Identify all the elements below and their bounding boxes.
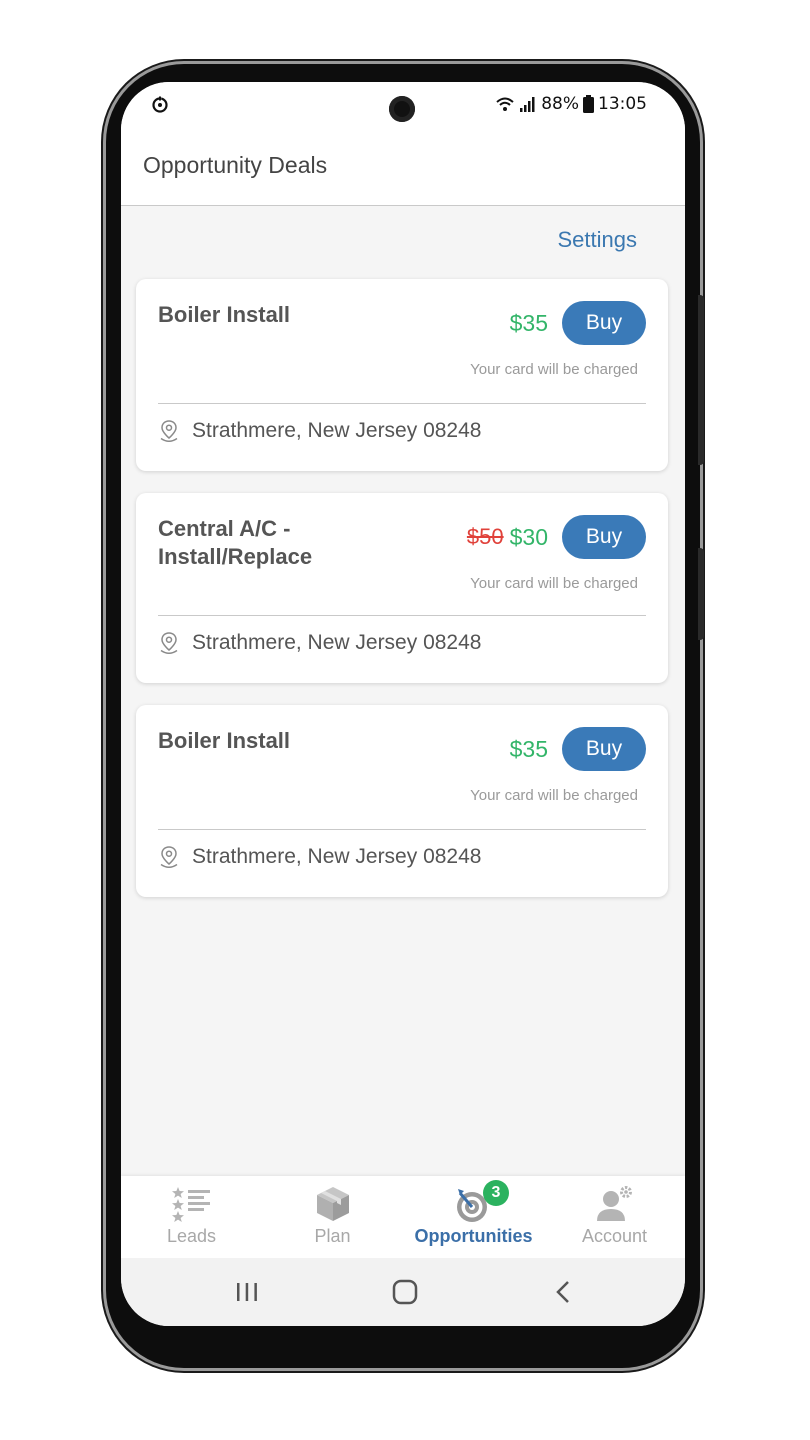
back-chevron-icon	[556, 1281, 569, 1303]
clock: 13:05	[598, 94, 647, 114]
location-text: Strathmere, New Jersey 08248	[192, 419, 482, 442]
volume-button	[698, 295, 704, 465]
nav-item-account[interactable]: Account	[544, 1182, 685, 1247]
bottom-nav: Leads Plan 3 Opportunities Account	[121, 1176, 685, 1258]
price-row: $35 Buy	[510, 727, 646, 771]
buy-button[interactable]: Buy	[562, 727, 646, 771]
settings-link[interactable]: Settings	[558, 227, 638, 253]
location-text: Strathmere, New Jersey 08248	[192, 631, 482, 654]
deal-price: $30	[509, 523, 548, 550]
status-bar: 88% 13:05	[121, 82, 685, 130]
recent-apps-button[interactable]	[227, 1276, 267, 1308]
status-indicators: 88% 13:05	[495, 94, 647, 114]
charge-note: Your card will be charged	[470, 361, 638, 378]
leads-list-icon	[171, 1187, 210, 1222]
deal-title: Boiler Install	[158, 302, 291, 327]
charge-note: Your card will be charged	[470, 787, 638, 804]
account-settings-icon	[596, 1186, 632, 1221]
location-pin-icon	[160, 846, 178, 868]
back-button[interactable]	[543, 1276, 583, 1308]
original-price: $50	[466, 524, 504, 549]
deal-card: Boiler Install $35 Buy Your card will be…	[136, 705, 668, 897]
divider	[158, 829, 646, 830]
deal-location: Strathmere, New Jersey 08248	[158, 845, 481, 869]
divider	[158, 403, 646, 404]
nav-item-plan[interactable]: Plan	[262, 1182, 403, 1247]
deal-title: Boiler Install	[158, 728, 291, 753]
deal-location: Strathmere, New Jersey 08248	[158, 419, 481, 443]
nav-label: Plan	[314, 1226, 351, 1246]
page-title: Opportunity Deals	[143, 152, 328, 178]
home-icon	[392, 1279, 418, 1305]
location-pin-icon	[160, 632, 178, 654]
nav-item-opportunities[interactable]: 3 Opportunities	[403, 1180, 544, 1247]
nav-label: Opportunities	[414, 1226, 533, 1246]
nav-label: Leads	[166, 1226, 217, 1246]
battery-percent: 88%	[541, 94, 579, 114]
divider	[158, 615, 646, 616]
deal-price: $35	[509, 309, 548, 336]
deal-card: Central A/C - Install/Replace $50 $30 Bu…	[136, 493, 668, 683]
deal-location: Strathmere, New Jersey 08248	[158, 631, 481, 655]
charge-note: Your card will be charged	[470, 575, 638, 592]
nav-label: Account	[581, 1226, 648, 1246]
price-row: $35 Buy	[510, 301, 646, 345]
signal-icon	[520, 97, 535, 112]
notification-badge: 3	[483, 1180, 509, 1206]
wifi-icon	[496, 97, 514, 111]
buy-button[interactable]: Buy	[562, 301, 646, 345]
price-row: $50 $30 Buy	[467, 515, 646, 559]
home-button[interactable]	[385, 1276, 425, 1308]
battery-icon	[583, 95, 594, 113]
system-nav-bar	[121, 1258, 685, 1326]
deal-price: $35	[509, 735, 548, 762]
sync-icon	[152, 96, 168, 113]
power-button	[698, 548, 704, 640]
location-pin-icon	[160, 420, 178, 442]
recent-apps-icon	[237, 1283, 257, 1301]
screen: 88% 13:05 Opportunity Deals Settings Boi…	[121, 82, 685, 1326]
deal-title: Central A/C - Install/Replace	[158, 516, 313, 569]
deal-card: Boiler Install $35 Buy Your card will be…	[136, 279, 668, 471]
front-camera	[389, 96, 415, 122]
buy-button[interactable]: Buy	[562, 515, 646, 559]
nav-item-leads[interactable]: Leads	[121, 1182, 262, 1247]
app-bar: Opportunity Deals	[121, 130, 685, 206]
location-text: Strathmere, New Jersey 08248	[192, 845, 482, 868]
package-icon	[316, 1187, 349, 1221]
